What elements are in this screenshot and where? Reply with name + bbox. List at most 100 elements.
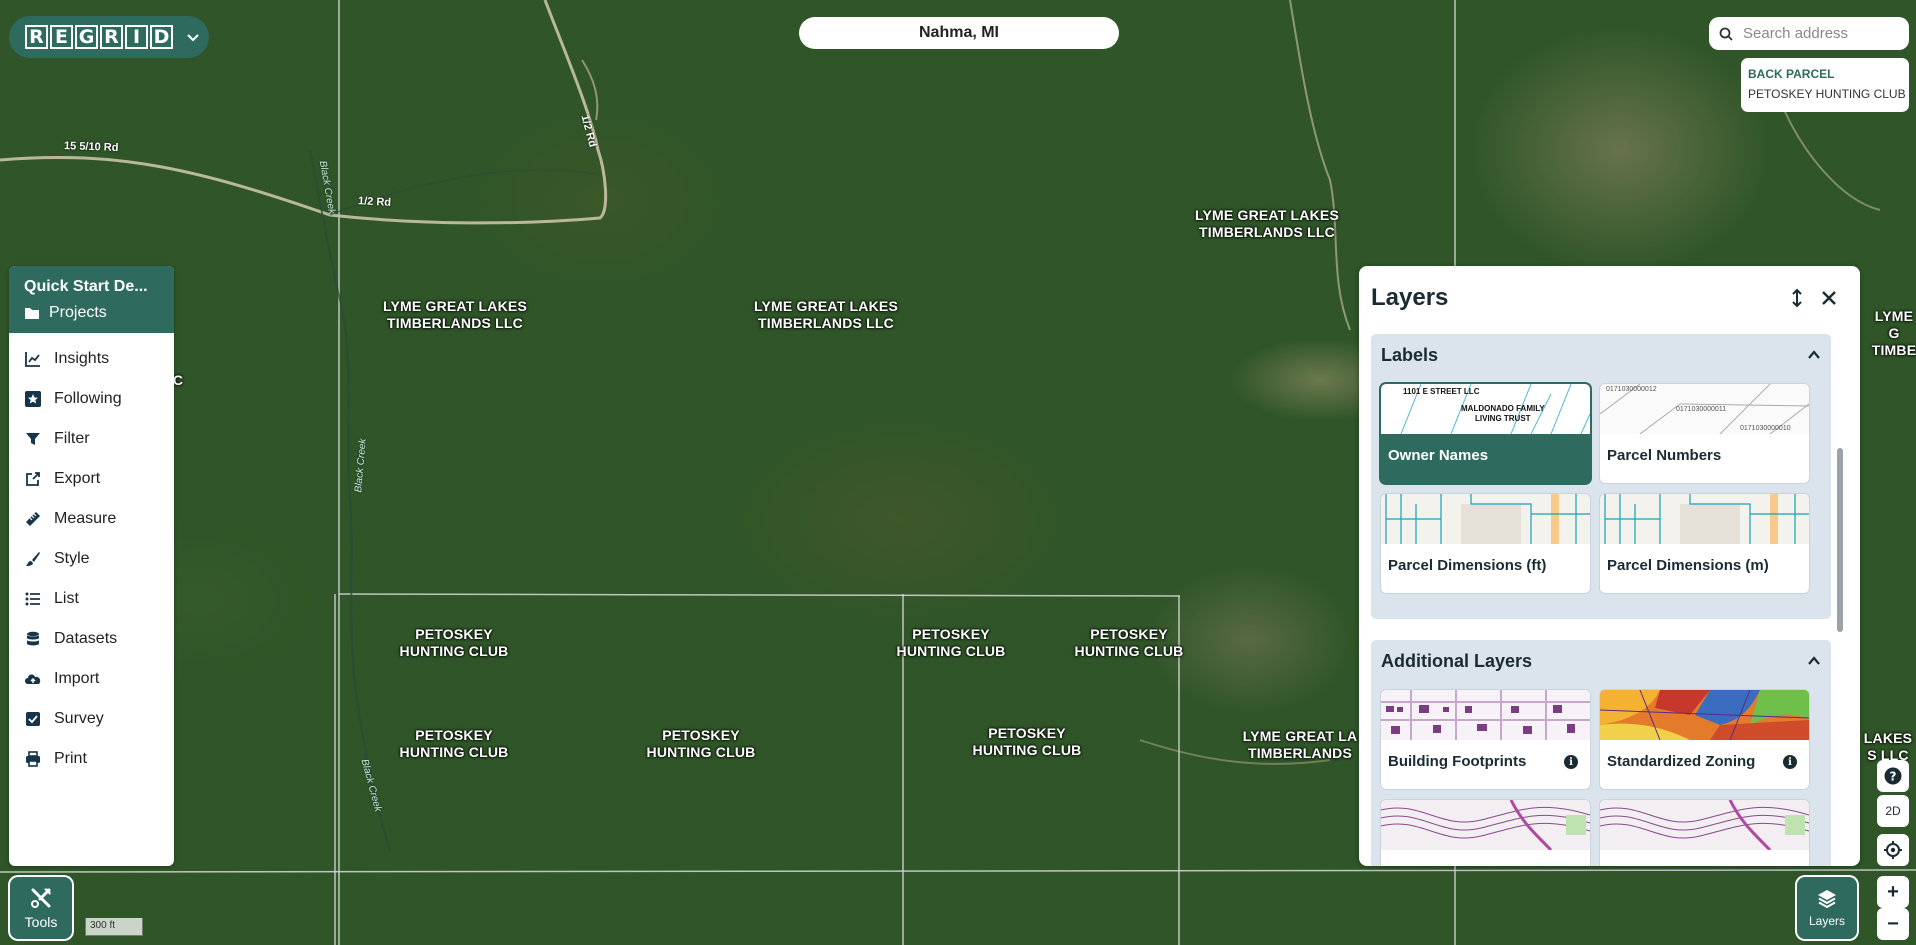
- list-icon: [24, 590, 42, 608]
- owner-label: LAKES S LLC: [1863, 730, 1913, 763]
- layer-card-building-footprints[interactable]: Building Footprints i: [1381, 690, 1590, 789]
- owner-label: PETOSKEY HUNTING CLUB: [972, 725, 1082, 758]
- menu-item-print[interactable]: Print: [9, 739, 174, 779]
- search-icon: [1719, 27, 1733, 41]
- logo-letter: G: [75, 25, 98, 49]
- layer-card-parcel-dimensions-ft[interactable]: Parcel Dimensions (ft): [1381, 494, 1590, 593]
- brush-icon: [24, 550, 42, 568]
- building-footprints-thumbnail: [1381, 690, 1590, 740]
- filter-icon: [24, 430, 42, 448]
- folder-icon: [25, 308, 39, 319]
- info-icon[interactable]: i: [1783, 755, 1797, 769]
- parcel-tooltip-title: BACK PARCEL: [1748, 67, 1835, 81]
- printer-icon: [24, 750, 42, 768]
- owner-label: C: [172, 372, 184, 388]
- menu-item-label: Measure: [54, 510, 117, 527]
- database-icon: [24, 630, 42, 648]
- projects-link[interactable]: Projects: [24, 304, 159, 322]
- layer-card-standardized-zoning[interactable]: Standardized Zoning i: [1600, 690, 1809, 789]
- logo-letter: I: [125, 25, 148, 49]
- layer-card-parcel-dimensions-m[interactable]: Parcel Dimensions (m): [1600, 494, 1809, 593]
- menu-item-survey[interactable]: Survey: [9, 699, 174, 739]
- chevron-up-icon[interactable]: [1807, 654, 1821, 668]
- tools-label: Tools: [24, 914, 58, 930]
- scale-bar: 300 ft: [85, 918, 143, 936]
- chart-line-icon: [24, 350, 42, 368]
- project-header[interactable]: Quick Start De... Projects: [9, 266, 174, 333]
- owner-label: PETOSKEY HUNTING CLUB: [399, 727, 509, 760]
- resize-vertical-icon[interactable]: [1787, 288, 1807, 308]
- menu-item-label: Import: [54, 670, 100, 687]
- menu-item-label: Filter: [54, 430, 90, 447]
- menu-item-label: Following: [54, 390, 122, 407]
- tools-icon: [31, 888, 51, 908]
- layers-button[interactable]: Layers: [1797, 877, 1857, 939]
- road-label: 15 5/10 Rd: [63, 140, 119, 154]
- thumb-text: 0171030000010: [1740, 425, 1791, 432]
- parcel-tooltip-owner: PETOSKEY HUNTING CLUB: [1748, 87, 1906, 101]
- layers-button-label: Layers: [1808, 914, 1846, 928]
- menu-item-style[interactable]: Style: [9, 539, 174, 579]
- menu-item-datasets[interactable]: Datasets: [9, 619, 174, 659]
- menu-item-following[interactable]: Following: [9, 379, 174, 419]
- additional-layers-section-title: Additional Layers: [1381, 651, 1533, 671]
- standardized-zoning-thumbnail: [1600, 690, 1809, 740]
- menu-item-label: List: [54, 590, 79, 607]
- menu-item-list[interactable]: List: [9, 579, 174, 619]
- layer-card-label: Standardized Zoning: [1607, 753, 1756, 770]
- regrid-logo-menu[interactable]: R E G R I D: [9, 16, 209, 58]
- owner-label: PETOSKEY HUNTING CLUB: [399, 626, 509, 659]
- menu-item-label: Export: [54, 470, 101, 487]
- projects-label: Projects: [49, 304, 107, 321]
- chevron-up-icon[interactable]: [1807, 348, 1821, 362]
- star-icon: [24, 390, 42, 408]
- menu-item-export[interactable]: Export: [9, 459, 174, 499]
- owner-names-thumbnail: 1101 E STREET LLC MALDONADO FAMILY LIVIN…: [1381, 384, 1590, 434]
- labels-section-title: Labels: [1381, 345, 1439, 365]
- road-label: 1/2 Rd: [357, 195, 392, 209]
- menu-item-measure[interactable]: Measure: [9, 499, 174, 539]
- locate-button[interactable]: [1877, 834, 1909, 866]
- zoom-out-button[interactable]: −: [1877, 908, 1909, 940]
- search-input[interactable]: [1741, 24, 1905, 43]
- thumb-text: LIVING TRUST: [1475, 414, 1531, 423]
- crosshair-icon: [1884, 841, 1902, 859]
- regrid-logo: R E G R I D: [25, 25, 175, 49]
- menu-item-label: Style: [54, 550, 90, 567]
- logo-letter: R: [25, 25, 48, 49]
- thumb-text: 0171030000012: [1606, 386, 1657, 393]
- logo-letter: R: [100, 25, 123, 49]
- location-title[interactable]: Nahma, MI: [799, 17, 1119, 49]
- chevron-down-icon[interactable]: [185, 29, 201, 45]
- menu-item-filter[interactable]: Filter: [9, 419, 174, 459]
- layers-panel-title: Layers: [1371, 284, 1449, 311]
- zoom-in-button[interactable]: +: [1877, 876, 1909, 908]
- layer-card-label: Building Footprints: [1388, 753, 1527, 770]
- layer-card-parcel-numbers[interactable]: 0171030000012 0171030000011 017103000001…: [1600, 384, 1809, 483]
- close-icon[interactable]: [1819, 288, 1839, 308]
- help-button[interactable]: ?: [1877, 760, 1909, 792]
- owner-label: PETOSKEY HUNTING CLUB: [1074, 626, 1184, 659]
- owner-label: LYME GREAT LAKES TIMBERLANDS LLC: [383, 298, 527, 331]
- layer-card-label: Parcel Dimensions (m): [1607, 557, 1769, 574]
- parcel-tooltip[interactable]: BACK PARCEL PETOSKEY HUNTING CLUB: [1741, 58, 1909, 112]
- topography-thumbnail: [1381, 800, 1590, 850]
- layer-card-label: Parcel Dimensions (ft): [1388, 557, 1547, 574]
- layers-scrollbar[interactable]: [1837, 448, 1843, 632]
- menu-item-insights[interactable]: Insights: [9, 339, 174, 379]
- help-icon: ?: [1884, 767, 1902, 785]
- info-icon[interactable]: i: [1564, 755, 1578, 769]
- layer-card-label: Parcel Numbers: [1607, 447, 1722, 464]
- menu-item-label: Datasets: [54, 630, 118, 647]
- layer-card-topography-alt[interactable]: [1600, 800, 1809, 866]
- menu-item-import[interactable]: Import: [9, 659, 174, 699]
- tools-button[interactable]: Tools: [10, 877, 72, 939]
- layer-card-owner-names[interactable]: 1101 E STREET LLC MALDONADO FAMILY LIVIN…: [1381, 384, 1590, 483]
- layer-card-topography[interactable]: [1381, 800, 1590, 866]
- cloud-upload-icon: [24, 670, 42, 688]
- owner-label: LYME GREAT LA TIMBERLANDS: [1242, 728, 1358, 761]
- labels-section: Labels 1101 E STREET LLC MALDONADO FAMIL…: [1371, 334, 1831, 619]
- search-box[interactable]: [1709, 17, 1909, 50]
- view-mode-toggle[interactable]: 2D: [1877, 795, 1909, 827]
- parcel-dimensions-thumbnail: [1381, 494, 1590, 544]
